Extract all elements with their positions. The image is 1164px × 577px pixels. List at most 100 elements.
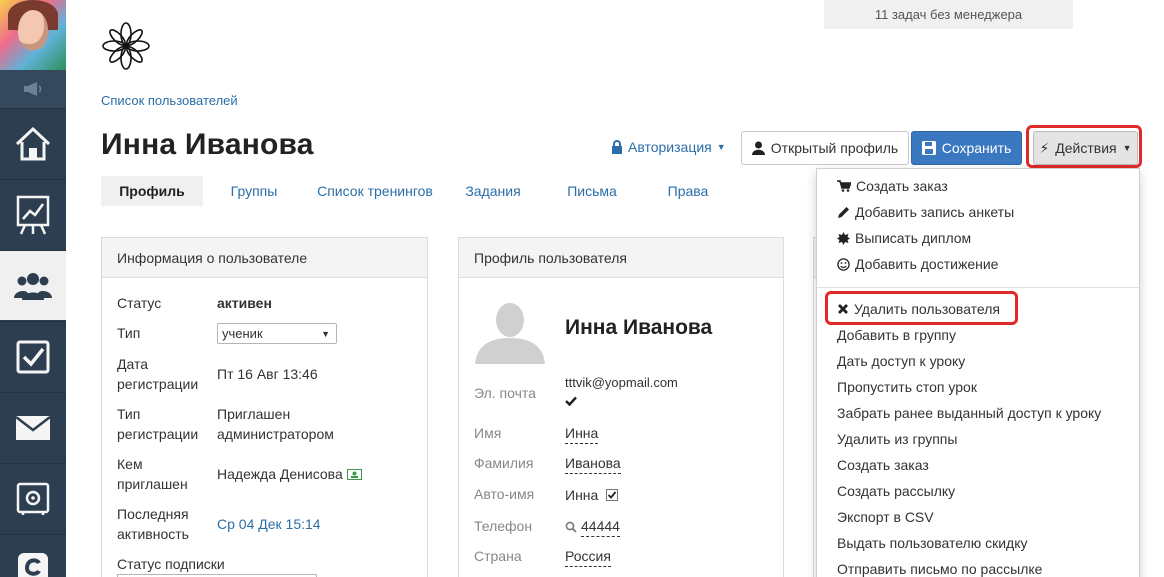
auto-name-checkbox[interactable] (606, 489, 619, 501)
menu-item-export-csv[interactable]: Экспорт в CSV (837, 507, 934, 527)
tab-profile[interactable]: Профиль (101, 176, 203, 206)
last-name-label: Фамилия (474, 455, 534, 471)
sidebar-item-home[interactable] (0, 108, 66, 178)
users-icon (14, 272, 52, 300)
auto-name-label: Авто-имя (474, 486, 535, 502)
checkbox-icon (16, 340, 50, 373)
email-verified-check-icon (565, 393, 577, 409)
search-icon[interactable] (565, 521, 577, 533)
save-label: Сохранить (941, 140, 1012, 156)
menu-item-give-discount[interactable]: Выдать пользователю скидку (837, 533, 1028, 553)
user-photo-placeholder[interactable] (475, 296, 545, 364)
menu-item-add-to-group[interactable]: Добавить в группу (837, 325, 956, 345)
menu-item-label: Добавить запись анкеты (855, 204, 1015, 220)
invited-by-label-1: Кем (117, 456, 143, 472)
country-label: Страна (474, 548, 522, 564)
authorization-label: Авторизация (628, 139, 712, 155)
reg-type-label-1: Тип (117, 406, 141, 422)
sidebar-announcements[interactable] (0, 70, 66, 108)
country-value[interactable]: Россия (565, 546, 611, 567)
tab-trainings[interactable]: Список тренингов (305, 176, 445, 206)
actions-menu: Создать заказ Добавить запись анкеты Вып… (816, 168, 1140, 577)
menu-item-label: Добавить достижение (855, 256, 999, 272)
tab-assignments[interactable]: Задания (445, 176, 541, 206)
avatar-face (18, 10, 48, 50)
sidebar-item-reports[interactable] (0, 179, 66, 249)
user-profile-heading: Профиль пользователя (459, 238, 783, 278)
status-value: активен (217, 295, 272, 311)
menu-item-revoke-lesson-access[interactable]: Забрать ранее выданный доступ к уроку (837, 403, 1101, 423)
authorization-dropdown[interactable]: Авторизация ▼ (611, 139, 726, 155)
reg-date-value: Пт 16 Авг 13:46 (217, 366, 318, 382)
user-info-heading: Информация о пользователе (102, 238, 427, 278)
first-name-value[interactable]: Инна (565, 423, 599, 444)
brand-c-icon (18, 553, 48, 577)
status-label: Статус (117, 295, 162, 311)
sidebar-item-tasks[interactable] (0, 321, 66, 391)
type-select-value: ученик (222, 326, 263, 341)
sidebar-item-users[interactable] (0, 250, 66, 320)
delete-user-highlight-frame (825, 291, 1018, 325)
floppy-disk-icon (921, 141, 936, 155)
user-avatar[interactable] (0, 0, 66, 70)
menu-item-create-order[interactable]: Создать заказ (837, 176, 948, 196)
reg-type-label-2: регистрации (117, 426, 199, 442)
sidebar-item-safe[interactable] (0, 463, 66, 533)
page-title: Инна Иванова (101, 128, 314, 161)
sidebar-item-brand[interactable] (0, 534, 66, 577)
menu-item-label: Выписать диплом (855, 230, 972, 246)
id-card-icon[interactable] (346, 468, 362, 480)
sidebar (0, 0, 66, 577)
reg-type-value-1: Приглашен (217, 406, 291, 422)
user-info-panel: Информация о пользователе Статус активен… (101, 237, 428, 577)
menu-item-add-survey-record[interactable]: Добавить запись анкеты (837, 202, 1014, 222)
phone-label: Телефон (474, 518, 533, 534)
user-profile-panel: Профиль пользователя Инна Иванова Эл. по… (458, 237, 784, 577)
sidebar-item-messages[interactable] (0, 392, 66, 462)
menu-item-create-mailing[interactable]: Создать рассылку (837, 481, 955, 501)
actions-highlight-frame (1026, 125, 1142, 168)
last-activity-value[interactable]: Ср 04 Дек 15:14 (217, 514, 321, 534)
profile-name: Инна Иванова (565, 316, 713, 339)
reg-date-label-2: регистрации (117, 376, 199, 392)
smile-icon (837, 257, 850, 271)
user-icon (751, 141, 765, 155)
profile-tabs: Профиль Группы Список тренингов Задания … (101, 176, 733, 206)
menu-item-issue-diploma[interactable]: Выписать диплом (837, 228, 971, 248)
invited-by-value: Надежда Денисова (217, 466, 343, 482)
reg-date-label-1: Дата (117, 356, 149, 372)
last-name-value[interactable]: Иванова (565, 453, 621, 474)
menu-item-remove-from-group[interactable]: Удалить из группы (837, 429, 957, 449)
cart-icon (837, 180, 851, 192)
last-activity-label-1: Последняя (117, 506, 189, 522)
phone-value[interactable]: 44444 (581, 516, 620, 537)
menu-item-skip-stop-lesson[interactable]: Пропустить стоп урок (837, 377, 977, 397)
type-select[interactable]: ученик ▼ (217, 323, 337, 344)
email-value[interactable]: tttvik@yopmail.com (565, 373, 678, 393)
certificate-icon (837, 231, 850, 245)
subscription-status-label: Статус подписки (117, 556, 225, 572)
unassigned-tasks-banner[interactable]: 11 задач без менеджера (824, 0, 1073, 29)
tab-groups[interactable]: Группы (203, 176, 305, 206)
reg-type-value-2: администратором (217, 426, 334, 442)
tab-rights[interactable]: Права (643, 176, 733, 206)
menu-item-label: Создать заказ (856, 178, 948, 194)
menu-item-grant-lesson-access[interactable]: Дать доступ к уроку (837, 351, 965, 371)
open-profile-label: Открытый профиль (770, 140, 899, 156)
menu-item-send-mailing-letter[interactable]: Отправить письмо по рассылке (837, 559, 1042, 577)
safe-icon (16, 482, 50, 515)
menu-item-create-order-2[interactable]: Создать заказ (837, 455, 929, 475)
breadcrumb-users-list[interactable]: Список пользователей (101, 93, 238, 108)
pencil-icon (838, 206, 849, 218)
open-profile-button[interactable]: Открытый профиль (741, 131, 909, 165)
invited-by-row: Надежда Денисова (217, 464, 362, 484)
menu-item-add-achievement[interactable]: Добавить достижение (837, 254, 998, 274)
envelope-icon (15, 415, 51, 440)
auto-name-row: Инна (565, 485, 619, 505)
save-button[interactable]: Сохранить (911, 131, 1022, 165)
home-icon (15, 126, 51, 160)
lock-icon (612, 140, 622, 154)
select-arrow-icon: ▼ (321, 328, 330, 339)
menu-divider (817, 287, 1139, 288)
tab-letters[interactable]: Письма (541, 176, 643, 206)
